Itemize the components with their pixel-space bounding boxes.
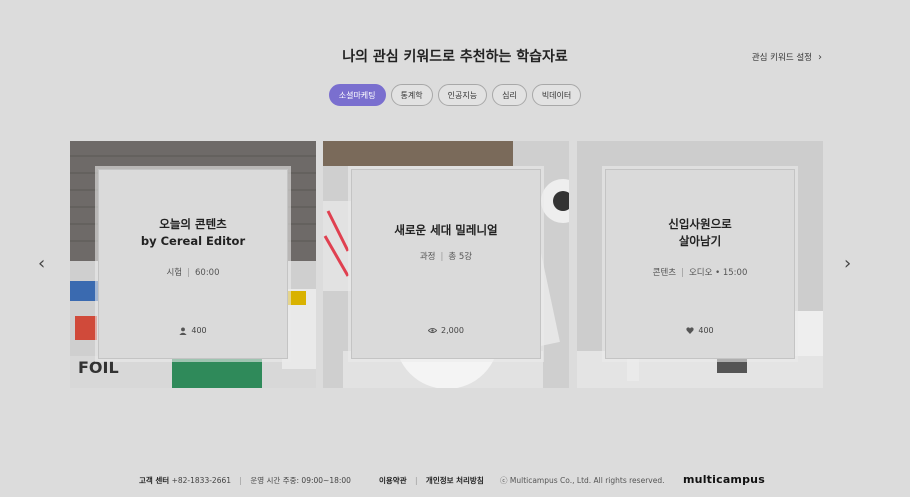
customer-center-label: 고객 센터 — [139, 476, 170, 485]
chip-ai[interactable]: 인공지능 — [437, 84, 488, 106]
footer-links: 이용약관 | 개인정보 처리방침 — [379, 476, 484, 485]
privacy-link[interactable]: 개인정보 처리방침 — [426, 476, 484, 485]
card-lectures: 총 5강 — [448, 252, 473, 262]
carousel-prev-button[interactable]: ‹ — [38, 254, 45, 274]
card-stat-value: 400 — [698, 326, 714, 335]
customer-center-phone: +82-1833-2661 — [171, 476, 232, 485]
chip-social-marketing[interactable]: 소셜마케팅 — [328, 84, 386, 106]
recommendation-carousel: FOIL 오늘의 콘텐츠 by Cereal Editor 시험 | 60:00 4… — [70, 141, 823, 388]
eye-icon — [428, 327, 438, 334]
card-title: 오늘의 콘텐츠 by Cereal Editor — [140, 217, 246, 248]
card-info-panel: 신입사원으로 살아남기 콘텐츠 | 오디오 • 15:00 400 — [605, 169, 795, 359]
card-duration: 오디오 • 15:00 — [688, 268, 748, 278]
card-meta: 콘텐츠 | 오디오 • 15:00 — [652, 268, 748, 278]
card-stat: 400 — [99, 326, 287, 335]
card-meta: 과정 | 총 5강 — [419, 252, 473, 262]
multicampus-logo[interactable]: multicampus — [683, 473, 765, 486]
card-info-panel: 새로운 세대 밀레니얼 과정 | 총 5강 2,000 — [351, 169, 541, 359]
terms-link[interactable]: 이용약관 — [379, 476, 407, 485]
card-stat: 400 — [606, 326, 794, 335]
operating-hours: 운영 시간 주중: 09:00~18:00 — [250, 476, 351, 485]
svg-text:FOIL: FOIL — [78, 358, 119, 377]
recommendation-card[interactable]: 신입사원으로 살아남기 콘텐츠 | 오디오 • 15:00 400 — [577, 141, 823, 388]
card-type: 콘텐츠 — [652, 268, 677, 278]
chip-psychology[interactable]: 심리 — [492, 84, 527, 106]
card-title: 신입사원으로 살아남기 — [668, 217, 732, 248]
chip-big-data[interactable]: 빅데이터 — [531, 84, 582, 106]
card-stat: 2,000 — [352, 326, 540, 335]
card-info-panel: 오늘의 콘텐츠 by Cereal Editor 시험 | 60:00 400 — [98, 169, 288, 359]
person-icon — [179, 326, 187, 335]
keyword-settings-label: 관심 키워드 설정 — [751, 53, 812, 63]
card-title: 새로운 세대 밀레니얼 — [394, 223, 498, 237]
card-type: 과정 — [419, 252, 436, 262]
card-stat-value: 400 — [191, 326, 207, 335]
chip-statistics[interactable]: 통계학 — [390, 84, 433, 106]
customer-center: 고객 센터 +82-1833-2661 | 운영 시간 주중: 09:00~18… — [139, 476, 351, 485]
copyright: ⓒ Multicampus Co., Ltd. All rights reser… — [500, 476, 665, 485]
recommendation-card[interactable]: FOIL 오늘의 콘텐츠 by Cereal Editor 시험 | 60:00 4… — [70, 141, 316, 388]
card-meta: 시험 | 60:00 — [166, 268, 220, 278]
heart-icon — [686, 327, 694, 334]
carousel-next-button[interactable]: › — [844, 254, 851, 274]
keyword-settings-link[interactable]: 관심 키워드 설정 › — [751, 51, 822, 64]
card-type: 시험 — [166, 268, 183, 278]
section-header: 나의 관심 키워드로 추천하는 학습자료 관심 키워드 설정 › — [0, 46, 910, 70]
chevron-right-icon: › — [818, 51, 822, 63]
card-duration: 60:00 — [195, 268, 220, 278]
keyword-chips: 소셜마케팅 통계학 인공지능 심리 빅데이터 — [0, 84, 910, 106]
recommendation-card[interactable]: 새로운 세대 밀레니얼 과정 | 총 5강 2,000 — [323, 141, 569, 388]
card-stat-value: 2,000 — [441, 326, 464, 335]
